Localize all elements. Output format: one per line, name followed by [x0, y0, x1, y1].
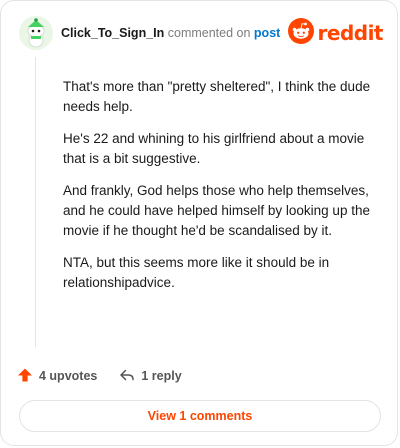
view-comments-label: View 1 comments [147, 409, 253, 423]
snoo-avatar-icon[interactable] [19, 16, 53, 50]
comment-paragraph: And frankly, God helps those who help th… [63, 183, 370, 238]
username-link[interactable]: Click_To_Sign_In [61, 26, 164, 40]
reply-button[interactable]: 1 reply [119, 367, 182, 386]
upvote-arrow-icon [17, 367, 33, 386]
comment-card: Click_To_Sign_In commented on post reddi… [0, 0, 398, 446]
comment-paragraph: He's 22 and whining to his girlfriend ab… [63, 131, 365, 166]
comment-actions: 4 upvotes 1 reply [17, 365, 381, 387]
post-link[interactable]: post [254, 26, 280, 40]
commented-on-text: commented on [167, 26, 251, 40]
comment-byline: Click_To_Sign_In commented on post [61, 26, 280, 40]
upvote-count: 4 upvotes [39, 369, 98, 383]
comment-body: That's more than "pretty sheltered", I t… [63, 77, 379, 305]
upvote-button[interactable]: 4 upvotes [17, 367, 97, 386]
view-comments-button[interactable]: View 1 comments [19, 400, 381, 432]
reddit-logo-icon [287, 17, 314, 49]
reddit-brand[interactable]: reddit [287, 17, 384, 49]
thread-line [35, 57, 36, 347]
comment-paragraph: NTA, but this seems more like it should … [63, 255, 330, 290]
reply-count: 1 reply [141, 369, 182, 383]
comment-header: Click_To_Sign_In commented on post reddi… [19, 15, 384, 51]
comment-paragraph: That's more than "pretty sheltered", I t… [63, 79, 371, 114]
reply-icon [119, 367, 135, 386]
reddit-wordmark: reddit [317, 21, 384, 45]
